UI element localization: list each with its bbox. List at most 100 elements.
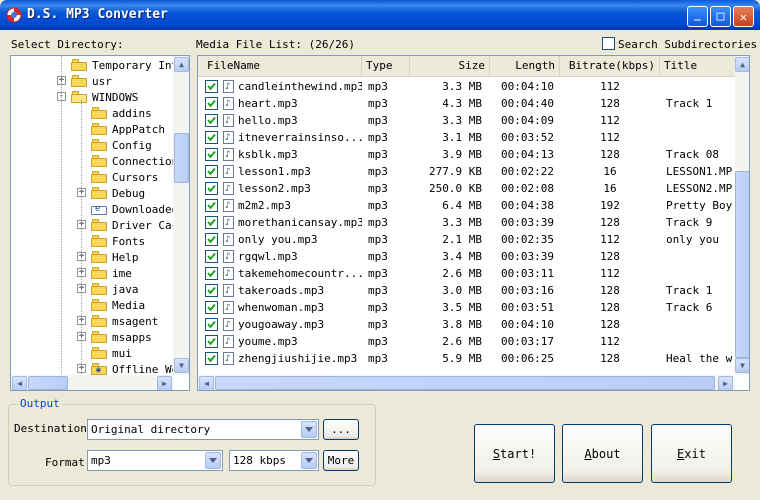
chevron-down-icon[interactable] [205, 452, 221, 469]
media-file-list[interactable]: FileName Type Size Length Bitrate(kbps) … [197, 55, 750, 391]
bitrate-dropdown[interactable]: 128 kbps [229, 450, 319, 471]
list-horizontal-scrollbar[interactable]: ◀ ▶ [198, 375, 735, 390]
tree-item[interactable]: Connection [91, 153, 178, 169]
filename-cell[interactable]: zhengjiushijie.mp3 [198, 350, 362, 367]
tree-item[interactable]: Debug [91, 185, 145, 201]
filename-cell[interactable]: hello.mp3 [198, 112, 362, 129]
row-checkbox[interactable] [205, 250, 218, 263]
column-header-filename[interactable]: FileName [198, 56, 362, 77]
format-dropdown[interactable]: mp3 [87, 450, 223, 471]
tree-item[interactable]: msagent [91, 313, 158, 329]
row-checkbox[interactable] [205, 233, 218, 246]
table-row[interactable]: morethanicansay.mp3 mp3 3.3 MB 00:03:39 128 T… [198, 214, 735, 231]
row-checkbox[interactable] [205, 165, 218, 178]
filename-cell[interactable]: takemehomecountr... [198, 265, 362, 282]
tree-item[interactable]: usr [71, 73, 112, 89]
filename-cell[interactable]: lesson1.mp3 [198, 163, 362, 180]
tree-scroll-thumb[interactable] [174, 133, 189, 183]
filename-cell[interactable]: candleinthewind.mp3 [198, 78, 362, 95]
close-button[interactable]: ✕ [733, 6, 754, 27]
table-row[interactable]: lesson2.mp3 mp3 250.0 KB 00:02:08 16 LESSON2.… [198, 180, 735, 197]
row-checkbox[interactable] [205, 114, 218, 127]
tree-item[interactable]: addins [91, 105, 152, 121]
tree-item[interactable]: java [91, 281, 139, 297]
tree-item[interactable]: Config [91, 137, 152, 153]
row-checkbox[interactable] [205, 284, 218, 297]
filename-cell[interactable]: ksblk.mp3 [198, 146, 362, 163]
tree-item[interactable]: e Downloaded [91, 201, 178, 217]
tree-item[interactable]: AppPatch [91, 121, 165, 137]
tree-item[interactable]: Driver Cac [91, 217, 178, 233]
start-button[interactable]: Start! [474, 424, 555, 483]
filename-cell[interactable]: yougoaway.mp3 [198, 316, 362, 333]
filename-cell[interactable]: whenwoman.mp3 [198, 299, 362, 316]
tree-vertical-scrollbar[interactable]: ▲ ▼ [173, 56, 189, 375]
table-row[interactable]: heart.mp3 mp3 4.3 MB 00:04:40 128 Track 1 [198, 95, 735, 112]
filename-cell[interactable]: only you.mp3 [198, 231, 362, 248]
row-checkbox[interactable] [205, 80, 218, 93]
search-subdirectories-checkbox[interactable] [602, 37, 615, 50]
scroll-left-arrow-icon[interactable]: ◀ [12, 376, 27, 390]
directory-tree[interactable]: Temporary Int usr + WINDOWS - addins AppPatch C… [10, 55, 190, 391]
scroll-down-arrow-icon[interactable]: ▼ [174, 358, 189, 373]
table-row[interactable]: takeroads.mp3 mp3 3.0 MB 00:03:16 128 Track 1 [198, 282, 735, 299]
destination-dropdown[interactable]: Original directory [87, 419, 319, 440]
exit-button[interactable]: Exit [651, 424, 732, 483]
scroll-up-arrow-icon[interactable]: ▲ [735, 57, 749, 72]
column-header-bitrate[interactable]: Bitrate(kbps) [560, 56, 660, 77]
scroll-left-arrow-icon[interactable]: ◀ [199, 376, 214, 390]
row-checkbox[interactable] [205, 318, 218, 331]
about-button[interactable]: About [562, 424, 643, 483]
table-row[interactable]: yougoaway.mp3 mp3 3.8 MB 00:04:10 128 [198, 316, 735, 333]
filename-cell[interactable]: lesson2.mp3 [198, 180, 362, 197]
column-header-size[interactable]: Size [410, 56, 490, 77]
tree-horizontal-scrollbar[interactable]: ◀ ▶ [11, 375, 173, 390]
filename-cell[interactable]: rgqwl.mp3 [198, 248, 362, 265]
row-checkbox[interactable] [205, 182, 218, 195]
tree-item[interactable]: Temporary Int [71, 57, 178, 73]
filename-cell[interactable]: youme.mp3 [198, 333, 362, 350]
tree-item[interactable]: Help [91, 249, 139, 265]
list-hscroll-thumb[interactable] [215, 376, 715, 390]
browse-button[interactable]: ... [323, 419, 359, 440]
filename-cell[interactable]: takeroads.mp3 [198, 282, 362, 299]
table-row[interactable]: only you.mp3 mp3 2.1 MB 00:02:35 112 only you [198, 231, 735, 248]
filename-cell[interactable]: heart.mp3 [198, 95, 362, 112]
tree-hscroll-thumb[interactable] [28, 376, 68, 390]
table-row[interactable]: m2m2.mp3 mp3 6.4 MB 00:04:38 192 Pretty Boy [198, 197, 735, 214]
table-row[interactable]: zhengjiushijie.mp3 mp3 5.9 MB 00:06:25 128 He… [198, 350, 735, 367]
row-checkbox[interactable] [205, 335, 218, 348]
table-row[interactable]: takemehomecountr... mp3 2.6 MB 00:03:11 112 [198, 265, 735, 282]
table-row[interactable]: whenwoman.mp3 mp3 3.5 MB 00:03:51 128 Track 6 [198, 299, 735, 316]
tree-item[interactable]: ime [91, 265, 132, 281]
row-checkbox[interactable] [205, 352, 218, 365]
scroll-right-arrow-icon[interactable]: ▶ [718, 376, 733, 390]
tree-item[interactable]: msapps [91, 329, 152, 345]
filename-cell[interactable]: m2m2.mp3 [198, 197, 362, 214]
row-checkbox[interactable] [205, 216, 218, 229]
chevron-down-icon[interactable] [301, 421, 317, 438]
column-header-length[interactable]: Length [490, 56, 560, 77]
list-vertical-scrollbar[interactable]: ▲ ▼ [735, 56, 749, 375]
table-row[interactable]: itneverrainsinso... mp3 3.1 MB 00:03:52 112 [198, 129, 735, 146]
tree-item[interactable]: Fonts [91, 233, 145, 249]
column-header-title[interactable]: Title [660, 56, 735, 77]
tree-item[interactable]: Cursors [91, 169, 158, 185]
list-scroll-thumb[interactable] [735, 171, 749, 358]
row-checkbox[interactable] [205, 97, 218, 110]
row-checkbox[interactable] [205, 301, 218, 314]
chevron-down-icon[interactable] [301, 452, 317, 469]
app-lifebuoy-icon[interactable] [6, 7, 22, 23]
tree-item[interactable]: Media [91, 297, 145, 313]
table-row[interactable]: youme.mp3 mp3 2.6 MB 00:03:17 112 [198, 333, 735, 350]
more-button[interactable]: More [323, 450, 359, 471]
row-checkbox[interactable] [205, 131, 218, 144]
row-checkbox[interactable] [205, 267, 218, 280]
table-row[interactable]: rgqwl.mp3 mp3 3.4 MB 00:03:39 128 [198, 248, 735, 265]
row-checkbox[interactable] [205, 199, 218, 212]
search-subdirectories-label[interactable]: Search Subdirectories [618, 38, 757, 51]
table-row[interactable]: candleinthewind.mp3 mp3 3.3 MB 00:04:10 112 [198, 78, 735, 95]
scroll-down-arrow-icon[interactable]: ▼ [735, 358, 749, 373]
table-row[interactable]: hello.mp3 mp3 3.3 MB 00:04:09 112 [198, 112, 735, 129]
scroll-right-arrow-icon[interactable]: ▶ [157, 376, 172, 390]
